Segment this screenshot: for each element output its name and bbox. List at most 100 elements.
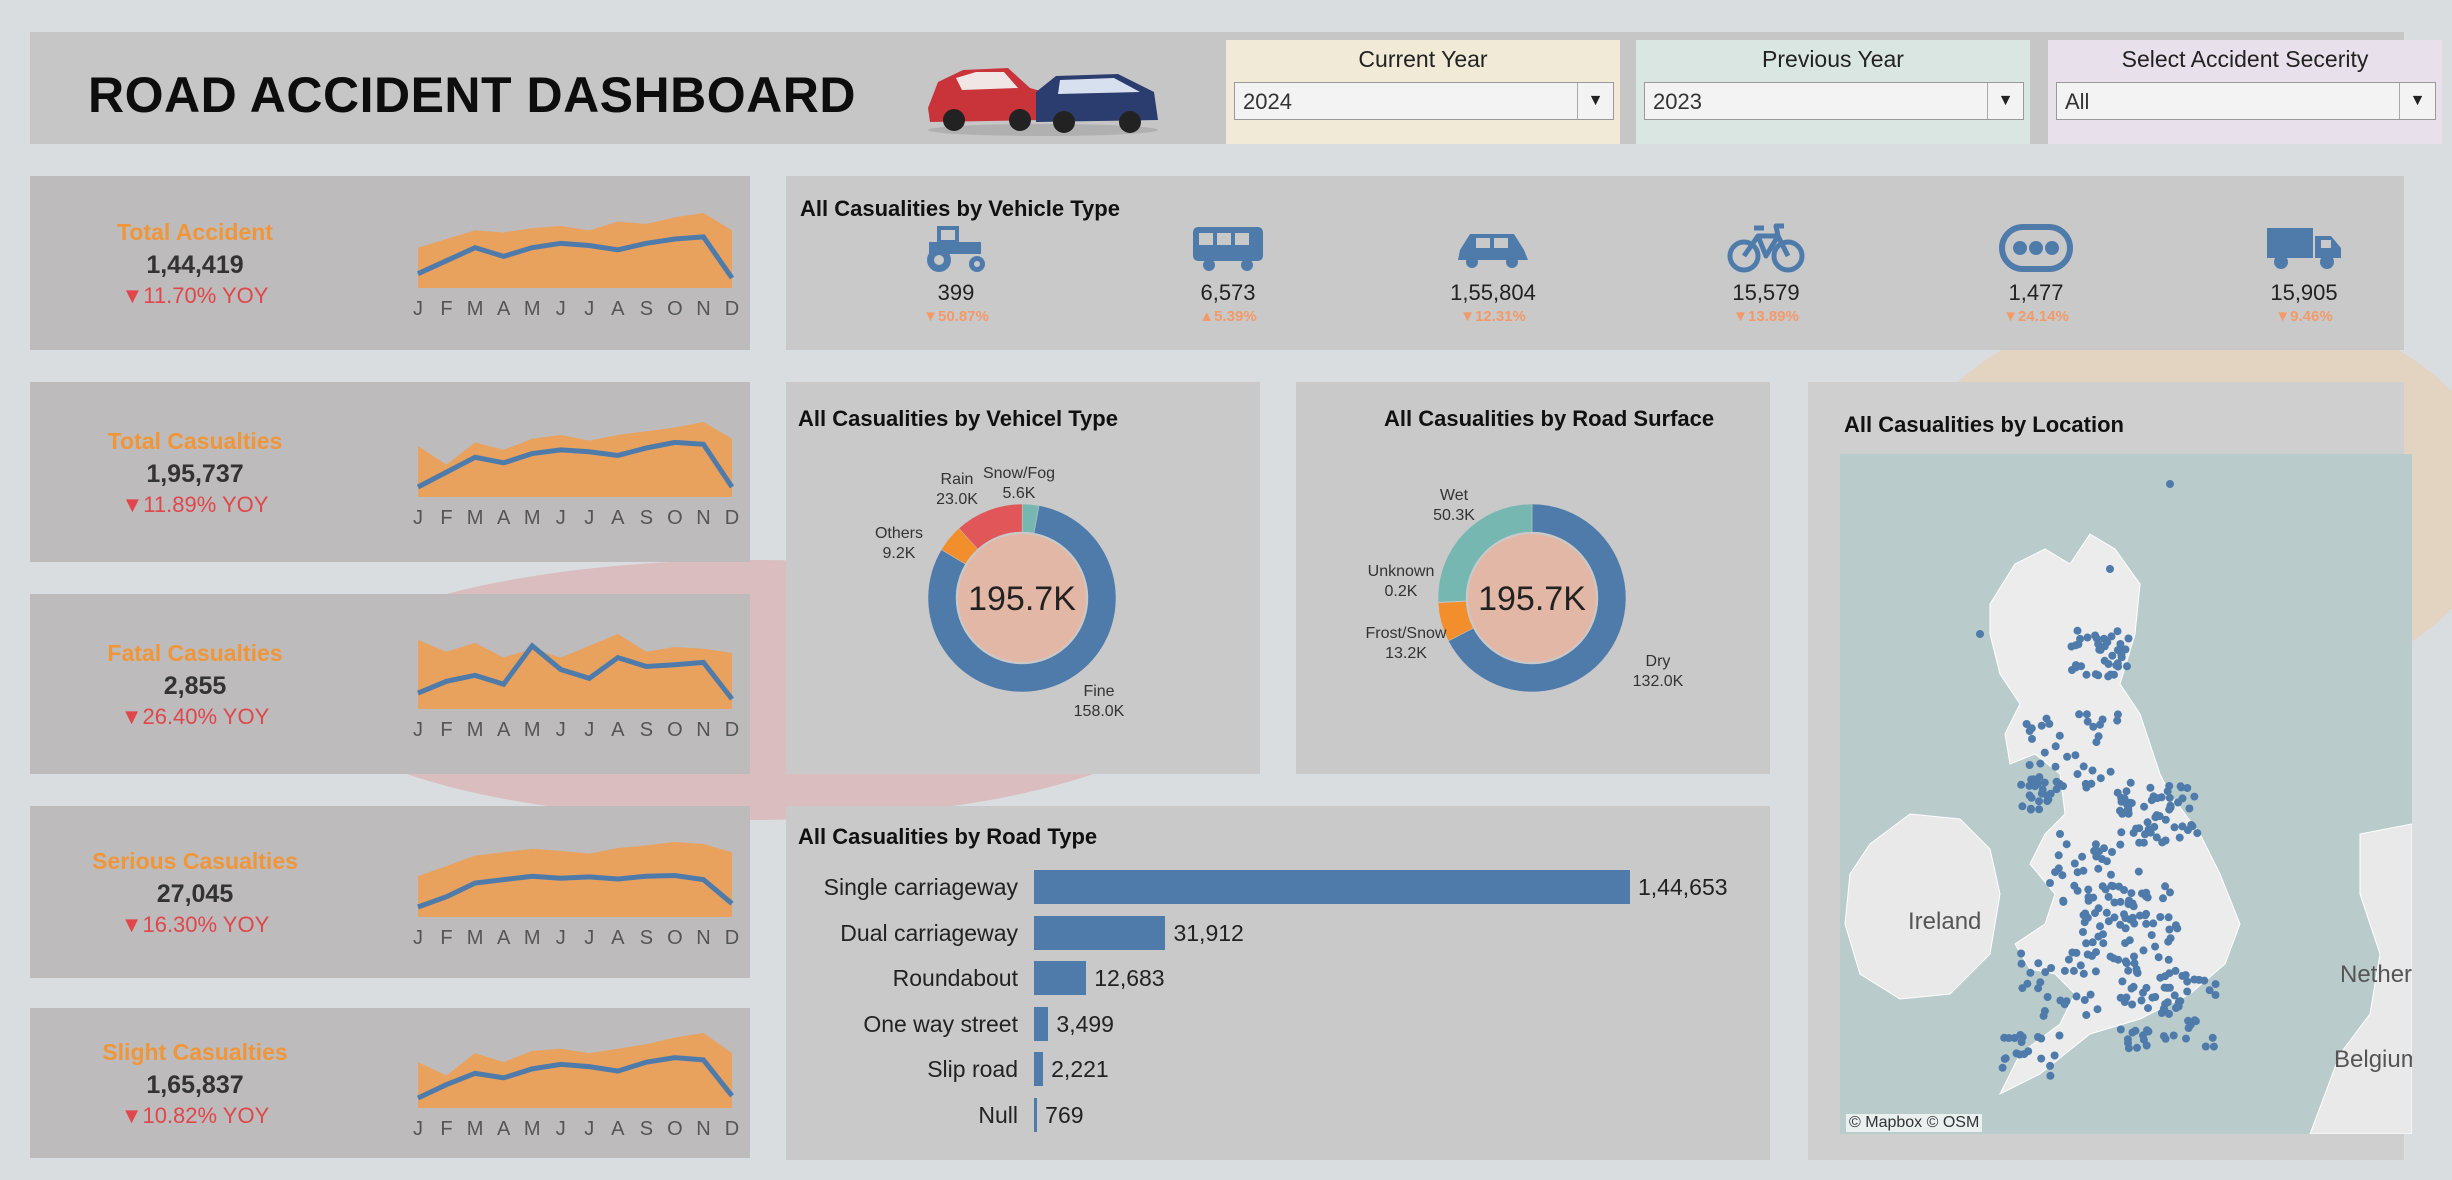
casualty-point [2185,804,2194,813]
map-canvas[interactable]: Ireland Netherla Belgium [1840,454,2412,1134]
map-label-netherlands: Netherla [2340,961,2412,988]
casualty-point [2156,913,2165,921]
casualty-point [2071,641,2080,650]
casualty-point [2017,959,2026,968]
road-type-row[interactable]: Roundabout 12,683 [786,959,1770,997]
casualty-point [2088,938,2097,947]
current-year-filter: Current Year 2024 ▼ [1226,40,1620,144]
donut-slice-value: 23.0K [936,491,978,508]
casualty-point [2041,968,2050,977]
road-type-bar[interactable] [1034,870,1630,904]
chevron-down-icon[interactable]: ▼ [1987,83,2023,119]
month-tick-label: S [640,507,653,529]
vehicle-type-item[interactable]: 15,579 ▼13.89% [1686,220,1846,325]
kpi-sparkline[interactable]: JFMAMJJASOND [410,402,740,532]
casualty-point [2070,859,2079,868]
donut-slice-name: Frost/Snow [1366,625,1447,642]
road-type-row[interactable]: Dual carriageway 31,912 [786,914,1770,952]
road-type-value: 3,499 [1056,1010,1114,1037]
casualty-point [2089,722,2098,731]
casualty-point [2034,1033,2042,1041]
donut-slice-name: Dry [1646,653,1671,670]
casualty-point [2054,851,2063,860]
month-tick-label: S [640,298,653,320]
casualty-point [2025,791,2034,800]
casualty-point [2091,909,2099,918]
month-tick-label: J [556,927,566,949]
casualty-point [2028,734,2036,743]
month-tick-label: J [556,298,566,320]
casualty-point [2195,975,2204,984]
surface-donut-chart[interactable]: 195.7K Dry 132.0K Frost/Snow 13.2K Unknown 0.2… [1296,382,1770,774]
casualty-point [2108,848,2116,856]
severity-select[interactable]: All ▼ [2056,82,2436,120]
vehicle-type-item[interactable]: 399 ▼50.87% [876,220,1036,325]
casualty-point [2139,988,2147,997]
previous-year-select[interactable]: 2023 ▼ [1644,82,2024,120]
car-icon [1413,220,1573,276]
weather-donut-chart[interactable]: 195.7K Fine 158.0K Others 9.2K Rain 23.0K Snow/… [786,382,1260,774]
road-type-row[interactable]: One way street 3,499 [786,1005,1770,1043]
select-value: All [2065,89,2090,114]
kpi-sparkline[interactable]: JFMAMJJASOND [410,193,740,323]
road-type-row[interactable]: Null 769 [786,1096,1770,1134]
casualty-point [2178,971,2187,980]
kpi-name: Total Casualties [107,428,283,454]
kpi-sparkline[interactable]: JFMAMJJASOND [410,1013,740,1143]
casualty-point [2110,670,2118,679]
kpi-sparkline[interactable]: JFMAMJJASOND [410,822,740,952]
casualty-point [2124,966,2133,975]
casualty-point [1976,630,1984,638]
vehicle-type-item[interactable]: 1,55,804 ▼12.31% [1413,220,1573,325]
road-type-bar[interactable] [1034,1006,1049,1041]
casualty-point [2130,959,2139,968]
casualty-point [2055,1031,2064,1040]
month-tick-label: O [667,927,683,949]
casualty-point [2146,783,2155,792]
road-type-row[interactable]: Single carriageway 1,44,653 [786,868,1770,906]
chevron-down-icon[interactable]: ▼ [1577,83,1613,119]
casualty-point [2112,661,2121,670]
casualty-point [2102,908,2111,917]
vehicle-yoy: ▼12.31% [1460,308,1526,325]
uk-map[interactable]: Ireland Netherla Belgium © Mapbox © OSM [1840,454,2412,1134]
casualty-point [2082,710,2091,719]
casualty-point [2079,969,2088,978]
vehicle-type-item[interactable]: 1,477 ▼24.14% [1956,220,2116,325]
road-type-row[interactable]: Slip road 2,221 [786,1050,1770,1088]
casualty-point [2046,1071,2055,1080]
chart-title: All Casualities by Road Type [798,824,1098,849]
casualty-point [2091,840,2100,849]
vehicle-type-item[interactable]: 15,905 ▼9.46% [2224,220,2384,325]
road-type-label: Single carriageway [823,874,1018,900]
casualty-point [2088,766,2097,775]
kpi-yoy: ▼16.30% YOY [120,912,270,937]
road-type-bar[interactable] [1034,961,1087,995]
vehicle-yoy: ▼9.46% [2275,308,2333,325]
vehicle-type-item[interactable]: 6,573 ▲5.39% [1148,220,1308,325]
casualty-point [2094,864,2103,873]
casualty-point [2211,980,2220,989]
road-type-bar[interactable] [1034,1097,1038,1132]
casualty-point [2135,838,2144,847]
month-tick-label: J [556,719,566,741]
casualty-point [2104,917,2113,926]
casualty-point [2139,1031,2147,1040]
casualty-point [2127,889,2136,898]
casualty-point [2123,662,2131,671]
casualty-point [2073,626,2082,635]
current-year-select[interactable]: 2024 ▼ [1234,82,1614,120]
casualty-point [2072,992,2081,1001]
casualty-point [2000,1054,2009,1063]
casualty-point [2043,993,2052,1001]
kpi-sparkline[interactable]: JFMAMJJASOND [410,614,740,744]
road-type-bar[interactable] [1034,1052,1044,1086]
casualty-point [2178,822,2187,831]
donut-slice-value: 158.0K [1074,703,1125,720]
casualty-point [2161,1034,2170,1043]
chevron-down-icon[interactable]: ▼ [2399,83,2435,119]
casualty-point [2139,946,2148,955]
road-type-bar[interactable] [1034,915,1166,950]
casualty-point [2205,986,2214,995]
weather-donut-panel: All Casualities by Vehicel Type 195.7K Fi… [786,382,1260,774]
